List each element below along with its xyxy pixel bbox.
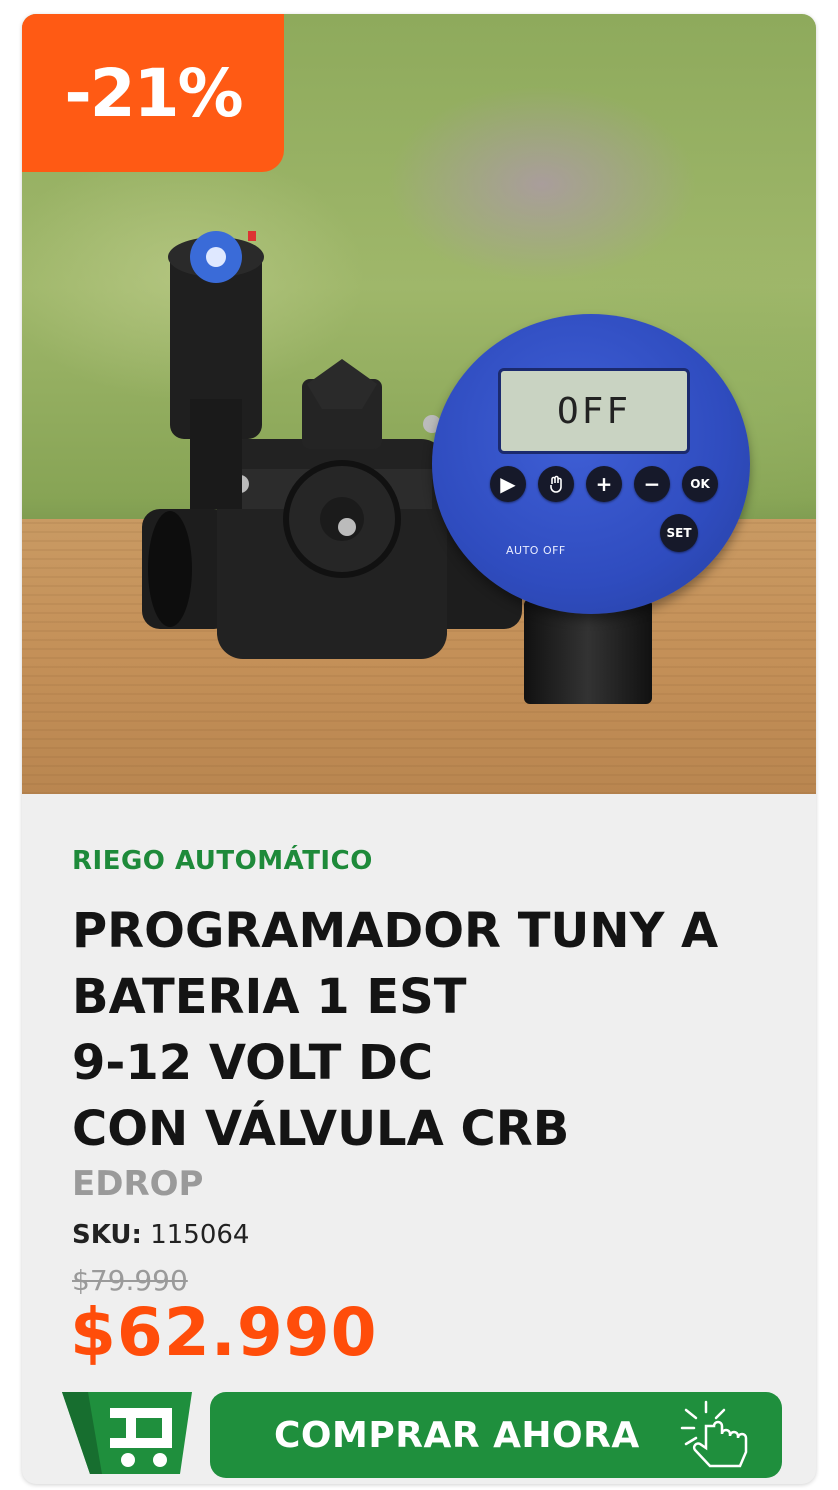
product-sku: SKU: 115064 (72, 1220, 249, 1250)
manual-hand-icon (538, 466, 574, 502)
product-card[interactable]: OFF ▶ + − OK SET AUTO OFF -21% RIEGO AUT… (22, 14, 816, 1484)
lcd-text: OFF (556, 390, 632, 432)
sku-label: SKU: (72, 1220, 142, 1250)
plus-button-icon: + (586, 466, 622, 502)
title-line: BATERIA 1 EST (72, 969, 467, 1025)
original-price: $79.990 (72, 1264, 188, 1297)
controller-labels: AUTO OFF (506, 544, 566, 557)
discount-text: -21% (64, 54, 243, 132)
product-info: RIEGO AUTOMÁTICO PROGRAMADOR TUNY A BATE… (22, 794, 816, 1484)
discount-badge: -21% (22, 14, 284, 172)
controller-base (524, 599, 652, 704)
cart-icon (62, 1392, 192, 1474)
product-title[interactable]: PROGRAMADOR TUNY A BATERIA 1 EST 9-12 VO… (72, 898, 792, 1162)
buy-now-label: COMPRAR AHORA (274, 1414, 640, 1456)
title-line: CON VÁLVULA CRB (72, 1101, 570, 1157)
minus-button-icon: − (634, 466, 670, 502)
play-button-icon: ▶ (490, 466, 526, 502)
sku-value: 115064 (150, 1220, 250, 1250)
title-line: 9-12 VOLT DC (72, 1035, 434, 1091)
sale-price: $62.990 (70, 1294, 378, 1371)
ok-button-icon: OK (682, 466, 718, 502)
add-to-cart-button[interactable] (62, 1392, 192, 1474)
title-line: PROGRAMADOR TUNY A (72, 903, 719, 959)
buy-now-button[interactable]: COMPRAR AHORA (210, 1392, 782, 1478)
product-category[interactable]: RIEGO AUTOMÁTICO (72, 846, 373, 876)
set-button-icon: SET (660, 514, 698, 552)
controller-face: OFF ▶ + − OK SET AUTO OFF (432, 314, 750, 614)
battery-controller-image: OFF ▶ + − OK SET AUTO OFF (432, 314, 750, 724)
product-brand: EDROP (72, 1164, 204, 1204)
lcd-display: OFF (498, 368, 690, 454)
hand-pointer-icon (680, 1400, 748, 1468)
product-image[interactable]: OFF ▶ + − OK SET AUTO OFF -21% (22, 14, 816, 794)
